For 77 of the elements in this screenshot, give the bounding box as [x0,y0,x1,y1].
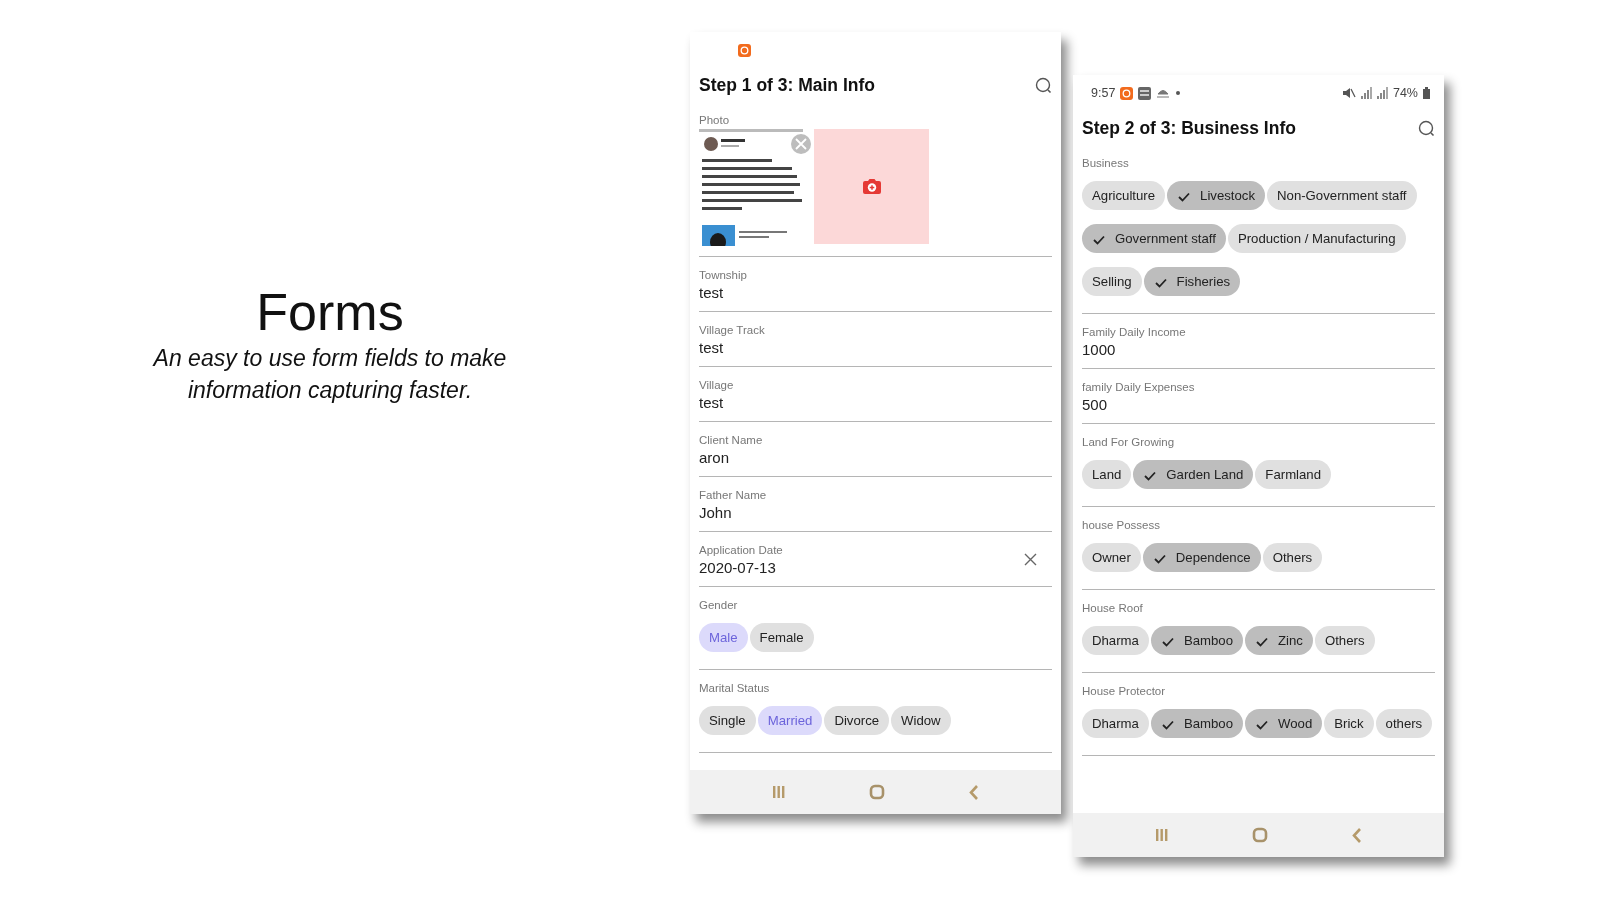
field-label: House Protector [1082,684,1166,699]
choice-chip[interactable]: Government staff [1082,224,1226,253]
choice-chip[interactable]: Dharma [1082,709,1149,738]
app-notification-icon [1120,86,1134,100]
dot-icon [1175,90,1182,96]
field-label: Township [699,268,747,283]
gallery-notification-icon [1138,86,1152,100]
signal-icon [1376,87,1388,99]
choice-chip[interactable]: Divorce [824,706,890,735]
field-value[interactable]: John [699,503,732,523]
back-icon[interactable] [1350,827,1363,843]
choice-chip[interactable]: Livestock [1167,181,1266,210]
choice-chip[interactable]: Wood [1245,709,1323,738]
choice-chip[interactable]: Others [1314,626,1375,655]
home-icon[interactable] [868,784,885,800]
app-notification-icon [738,43,751,57]
field-value[interactable]: test [699,283,724,303]
choice-chip[interactable]: Dependence [1142,543,1261,572]
home-icon[interactable] [1251,827,1268,843]
field-label: Client Name [699,433,763,448]
camera-icon [861,178,882,195]
field-label: family Daily Expenses [1082,380,1195,395]
choice-chip[interactable]: Garden Land [1133,460,1254,489]
field-label: Gender [699,598,738,613]
choice-chip[interactable]: Production / Manufacturing [1227,224,1406,253]
field-label: Marital Status [699,681,770,696]
field-label: Village Track [699,323,765,338]
choice-chip[interactable]: Zinc [1245,626,1313,655]
field-value[interactable]: 2020-07-13 [699,558,776,578]
choice-chip[interactable]: Selling [1082,267,1142,296]
choice-chip[interactable]: Single [699,706,756,735]
field-value[interactable]: aron [699,448,730,468]
choice-chip[interactable]: others [1375,709,1433,738]
field-label: Village [699,378,734,393]
choice-chip[interactable]: Agriculture [1082,181,1166,210]
field-label: Land For Growing [1082,435,1175,450]
slide-title: Forms [256,282,404,342]
choice-chip[interactable]: Non-Government staff [1267,181,1417,210]
field-value[interactable]: 1000 [1082,340,1116,360]
status-time: 9:57 [1091,86,1116,100]
choice-chip[interactable]: Dharma [1082,626,1149,655]
choice-chip[interactable]: Bamboo [1150,709,1244,738]
back-icon[interactable] [967,784,980,800]
choice-chip[interactable]: Owner [1082,543,1141,572]
choice-chip[interactable]: Brick [1324,709,1374,738]
field-value[interactable]: test [699,338,724,358]
field-label: Application Date [699,543,783,558]
field-label: House Roof [1082,601,1143,616]
battery-icon [1423,87,1430,99]
field-label: house Possess [1082,518,1160,533]
field-label: Photo [699,113,730,128]
screen-title: Step 2 of 3: Business Info [1082,117,1296,139]
slide-subtitle: An easy to use form fields to make information capturing faster. [151,344,508,405]
choice-chip[interactable]: Farmland [1255,460,1332,489]
recent-apps-icon[interactable] [1154,828,1169,842]
mute-icon [1341,87,1356,99]
choice-chip[interactable]: Male [699,623,748,652]
choice-chip[interactable]: Fisheries [1143,267,1241,296]
signal-icon [1360,87,1372,99]
choice-chip[interactable]: Married [757,706,823,735]
search-icon[interactable] [1035,76,1052,94]
choice-chip[interactable]: Female [749,623,814,652]
battery-percent: 74% [1392,86,1418,100]
choice-chip[interactable]: Widow [891,706,951,735]
choice-chip[interactable]: Bamboo [1150,626,1244,655]
choice-chip[interactable]: Others [1262,543,1323,572]
choice-chip[interactable]: Land [1082,460,1132,489]
close-icon [795,138,807,150]
screen-title: Step 1 of 3: Main Info [699,74,875,96]
field-value[interactable]: 500 [1082,395,1108,415]
field-label: Father Name [699,488,767,503]
field-label: Family Daily Income [1082,325,1186,340]
close-icon[interactable] [1024,552,1037,566]
field-label: Business [1082,156,1129,171]
field-value[interactable]: test [699,393,724,413]
search-icon[interactable] [1418,119,1435,137]
recent-apps-icon[interactable] [771,785,786,799]
